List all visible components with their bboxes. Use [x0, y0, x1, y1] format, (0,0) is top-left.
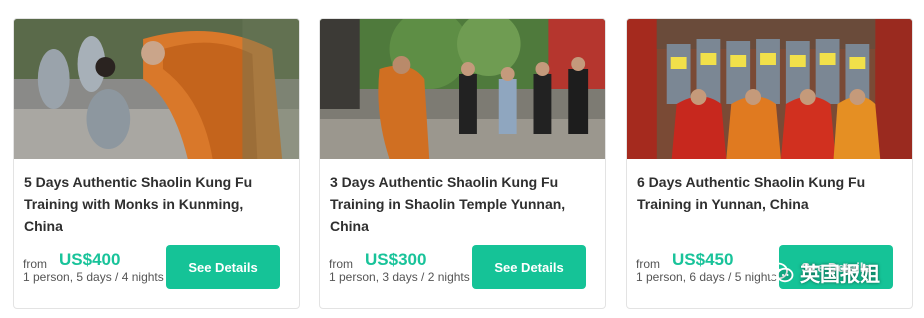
tour-card[interactable]: 3 Days Authentic Shaolin Kung Fu Trainin…	[319, 18, 606, 309]
watermark: 英国报姐	[768, 258, 880, 287]
tour-price: US$450	[672, 250, 734, 269]
tour-title[interactable]: 5 Days Authentic Shaolin Kung Fu Trainin…	[24, 171, 286, 237]
group-photo-monks-certificates-photo[interactable]	[627, 19, 912, 159]
tour-price: US$400	[59, 250, 121, 269]
wechat-icon	[768, 262, 794, 282]
tour-title[interactable]: 6 Days Authentic Shaolin Kung Fu Trainin…	[637, 171, 899, 215]
from-label: from	[636, 257, 660, 271]
tour-card[interactable]: 5 Days Authentic Shaolin Kung Fu Trainin…	[13, 18, 300, 309]
tour-meta: 1 person, 5 days / 4 nights	[23, 270, 164, 284]
see-details-button[interactable]: See Details	[166, 245, 280, 289]
shaolin-monks-students-bowing-photo[interactable]	[14, 19, 299, 159]
tour-meta: 1 person, 6 days / 5 nights	[636, 270, 777, 284]
tour-card-list: 5 Days Authentic Shaolin Kung Fu Trainin…	[0, 0, 924, 318]
tour-price: US$300	[365, 250, 427, 269]
see-details-button[interactable]: See Details	[472, 245, 586, 289]
watermark-text: 英国报姐	[800, 262, 880, 286]
from-label: from	[329, 257, 353, 271]
kung-fu-group-training-courtyard-photo[interactable]	[320, 19, 605, 159]
from-label: from	[23, 257, 47, 271]
tour-meta: 1 person, 3 days / 2 nights	[329, 270, 470, 284]
tour-title[interactable]: 3 Days Authentic Shaolin Kung Fu Trainin…	[330, 171, 592, 237]
